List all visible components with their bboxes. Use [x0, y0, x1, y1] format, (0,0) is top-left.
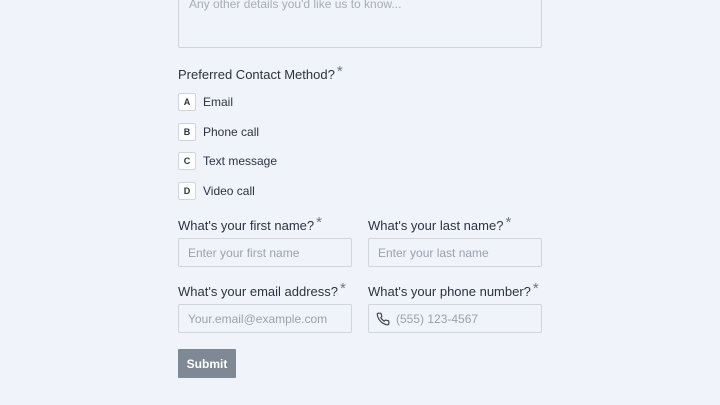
contact-option-email[interactable]: A Email [178, 92, 233, 112]
required-asterisk: * [505, 214, 512, 231]
submit-button[interactable]: Submit [178, 349, 236, 378]
first-name-label: What's your first name? * [178, 214, 322, 234]
contact-method-label-text: Preferred Contact Method? [178, 67, 335, 82]
required-asterisk: * [316, 214, 322, 231]
phone-placeholder: (555) 123-4567 [396, 311, 479, 326]
option-label: Video call [203, 184, 255, 198]
contact-option-video-call[interactable]: D Video call [178, 181, 255, 201]
first-name-placeholder: Enter your first name [188, 245, 300, 260]
phone-label: What's your phone number? * [368, 280, 539, 300]
required-asterisk: * [340, 280, 346, 297]
contact-method-label: Preferred Contact Method? * [178, 63, 343, 83]
last-name-input[interactable]: Enter your last name [368, 238, 542, 267]
email-placeholder: Your.email@example.com [188, 311, 328, 326]
first-name-label-text: What's your first name? [178, 218, 315, 233]
details-placeholder: Any other details you'd like us to know.… [189, 0, 402, 11]
email-input[interactable]: Your.email@example.com [178, 304, 352, 333]
option-key: A [178, 93, 196, 111]
phone-input[interactable]: (555) 123-4567 [368, 304, 542, 333]
required-asterisk: * [532, 280, 539, 297]
first-name-input[interactable]: Enter your first name [178, 238, 352, 267]
contact-option-text-message[interactable]: C Text message [178, 151, 277, 171]
option-key: C [178, 152, 196, 170]
option-label: Email [203, 95, 234, 109]
phone-icon [376, 312, 390, 326]
email-label: What's your email address? * [178, 280, 346, 300]
last-name-label-text: What's your last name? [368, 218, 504, 233]
option-label: Phone call [203, 125, 260, 139]
last-name-label: What's your last name? * [368, 214, 512, 234]
option-key: B [178, 123, 196, 141]
option-label: Text message [203, 154, 278, 168]
option-key: D [178, 182, 196, 200]
email-label-text: What's your email address? [178, 284, 338, 299]
last-name-placeholder: Enter your last name [378, 245, 489, 260]
details-textarea[interactable]: Any other details you'd like us to know.… [178, 0, 542, 48]
required-asterisk: * [336, 63, 343, 80]
contact-option-phone-call[interactable]: B Phone call [178, 122, 259, 142]
phone-label-text: What's your phone number? [368, 284, 531, 299]
